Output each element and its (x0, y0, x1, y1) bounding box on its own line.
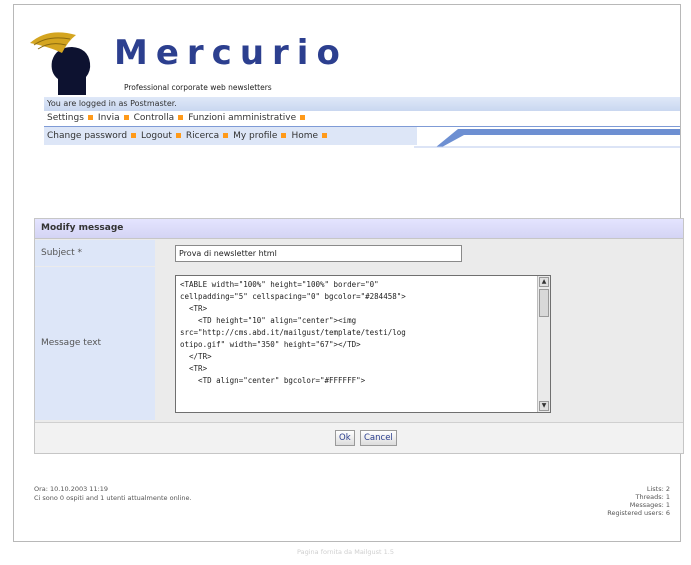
menu-item-controlla[interactable]: Controlla (134, 113, 175, 123)
menu-separator-bullet (300, 114, 306, 120)
ok-button[interactable]: Ok (335, 430, 355, 446)
code-line: <TR> (180, 304, 208, 313)
subject-input[interactable]: Prova di newsletter html (175, 245, 462, 262)
menu-item-my-profile[interactable]: My profile (233, 131, 277, 141)
code-line: <TR> (180, 364, 208, 373)
code-line: <TD align="center" bgcolor="#FFFFFF"> (180, 376, 366, 385)
scroll-thumb[interactable] (539, 289, 549, 317)
cancel-button[interactable]: Cancel (360, 430, 397, 446)
code-line: src="http://cms.abd.it/mailgust/template… (180, 328, 406, 337)
form-buttons-row: Ok Cancel (35, 422, 683, 453)
menu-item-change-password[interactable]: Change password (47, 131, 127, 141)
menu-item-home[interactable]: Home (291, 131, 318, 141)
menu-separator-bullet (178, 114, 184, 120)
code-line: <TD height="10" align="center"><img (180, 316, 357, 325)
menu-separator-bullet (175, 132, 181, 138)
menu-item-ricerca[interactable]: Ricerca (186, 131, 219, 141)
modify-message-panel: Modify message Subject * Prova di newsle… (34, 218, 684, 454)
footer-credit: Pagina fornita da Mailgust 1.5 (296, 548, 395, 556)
stat-messages: Messages: 1 (629, 501, 670, 509)
menu-separator-bullet (131, 132, 137, 138)
scroll-down-arrow-icon[interactable]: ▼ (539, 401, 549, 411)
subject-row: Subject * Prova di newsletter html (35, 240, 683, 266)
current-time: Ora: 10.10.2003 11:19 (34, 485, 109, 493)
menu-item-invia[interactable]: Invia (98, 113, 120, 123)
page-frame: Mercurio Professional corporate web news… (13, 4, 684, 542)
subject-label: Subject * (35, 240, 155, 266)
decorative-swoosh (414, 129, 680, 148)
menu-separator-bullet (281, 132, 287, 138)
header-logo-area: Mercurio Professional corporate web news… (14, 5, 680, 95)
code-line: otipo.gif" width="350" height="67"></TD> (180, 340, 361, 349)
stat-threads: Threads: 1 (635, 493, 670, 501)
footer-stats: Lists: 2 Threads: 1 Messages: 1 Register… (607, 485, 670, 517)
message-code: <TABLE width="100%" height="100%" border… (180, 279, 532, 387)
menu-separator-bullet (223, 132, 229, 138)
menu-item-logout[interactable]: Logout (141, 131, 172, 141)
scroll-up-arrow-icon[interactable]: ▲ (539, 277, 549, 287)
menu-item-settings[interactable]: Settings (47, 113, 84, 123)
login-status-text: You are logged in as Postmaster. (47, 99, 177, 108)
menu-separator-bullet (123, 114, 129, 120)
primary-menu: Settings Invia Controlla Funzioni amministr… (44, 111, 680, 127)
textarea-scrollbar[interactable]: ▲ ▼ (537, 276, 550, 412)
code-line: cellpadding="5" cellspacing="0" bgcolor=… (180, 292, 406, 301)
stat-lists: Lists: 2 (646, 485, 670, 493)
panel-title: Modify message (35, 219, 683, 239)
menu-separator-bullet (322, 132, 328, 138)
login-status-bar: You are logged in as Postmaster. (44, 97, 680, 111)
message-row: Message text <TABLE width="100%" height=… (35, 267, 683, 420)
code-line: <TABLE width="100%" height="100%" border… (180, 280, 379, 289)
stat-registered-users: Registered users: 6 (607, 509, 670, 517)
secondary-menu: Change password Logout Ricerca My profile Ho… (44, 127, 417, 145)
menu-item-funzioni-amministrative[interactable]: Funzioni amministrative (188, 113, 296, 123)
footer-info: Ora: 10.10.2003 11:19 Ci sono 0 ospiti a… (34, 485, 192, 503)
feather-head-logo (30, 32, 91, 95)
menu-separator-bullet (87, 114, 93, 120)
message-text-label: Message text (35, 267, 155, 420)
code-line: </TR> (180, 352, 212, 361)
message-textarea[interactable]: <TABLE width="100%" height="100%" border… (175, 275, 551, 413)
brand-name: Mercurio (114, 33, 348, 73)
brand-tagline: Professional corporate web newsletters (124, 83, 272, 92)
online-users-text: Ci sono 0 ospiti and 1 utenti attualment… (34, 494, 192, 502)
